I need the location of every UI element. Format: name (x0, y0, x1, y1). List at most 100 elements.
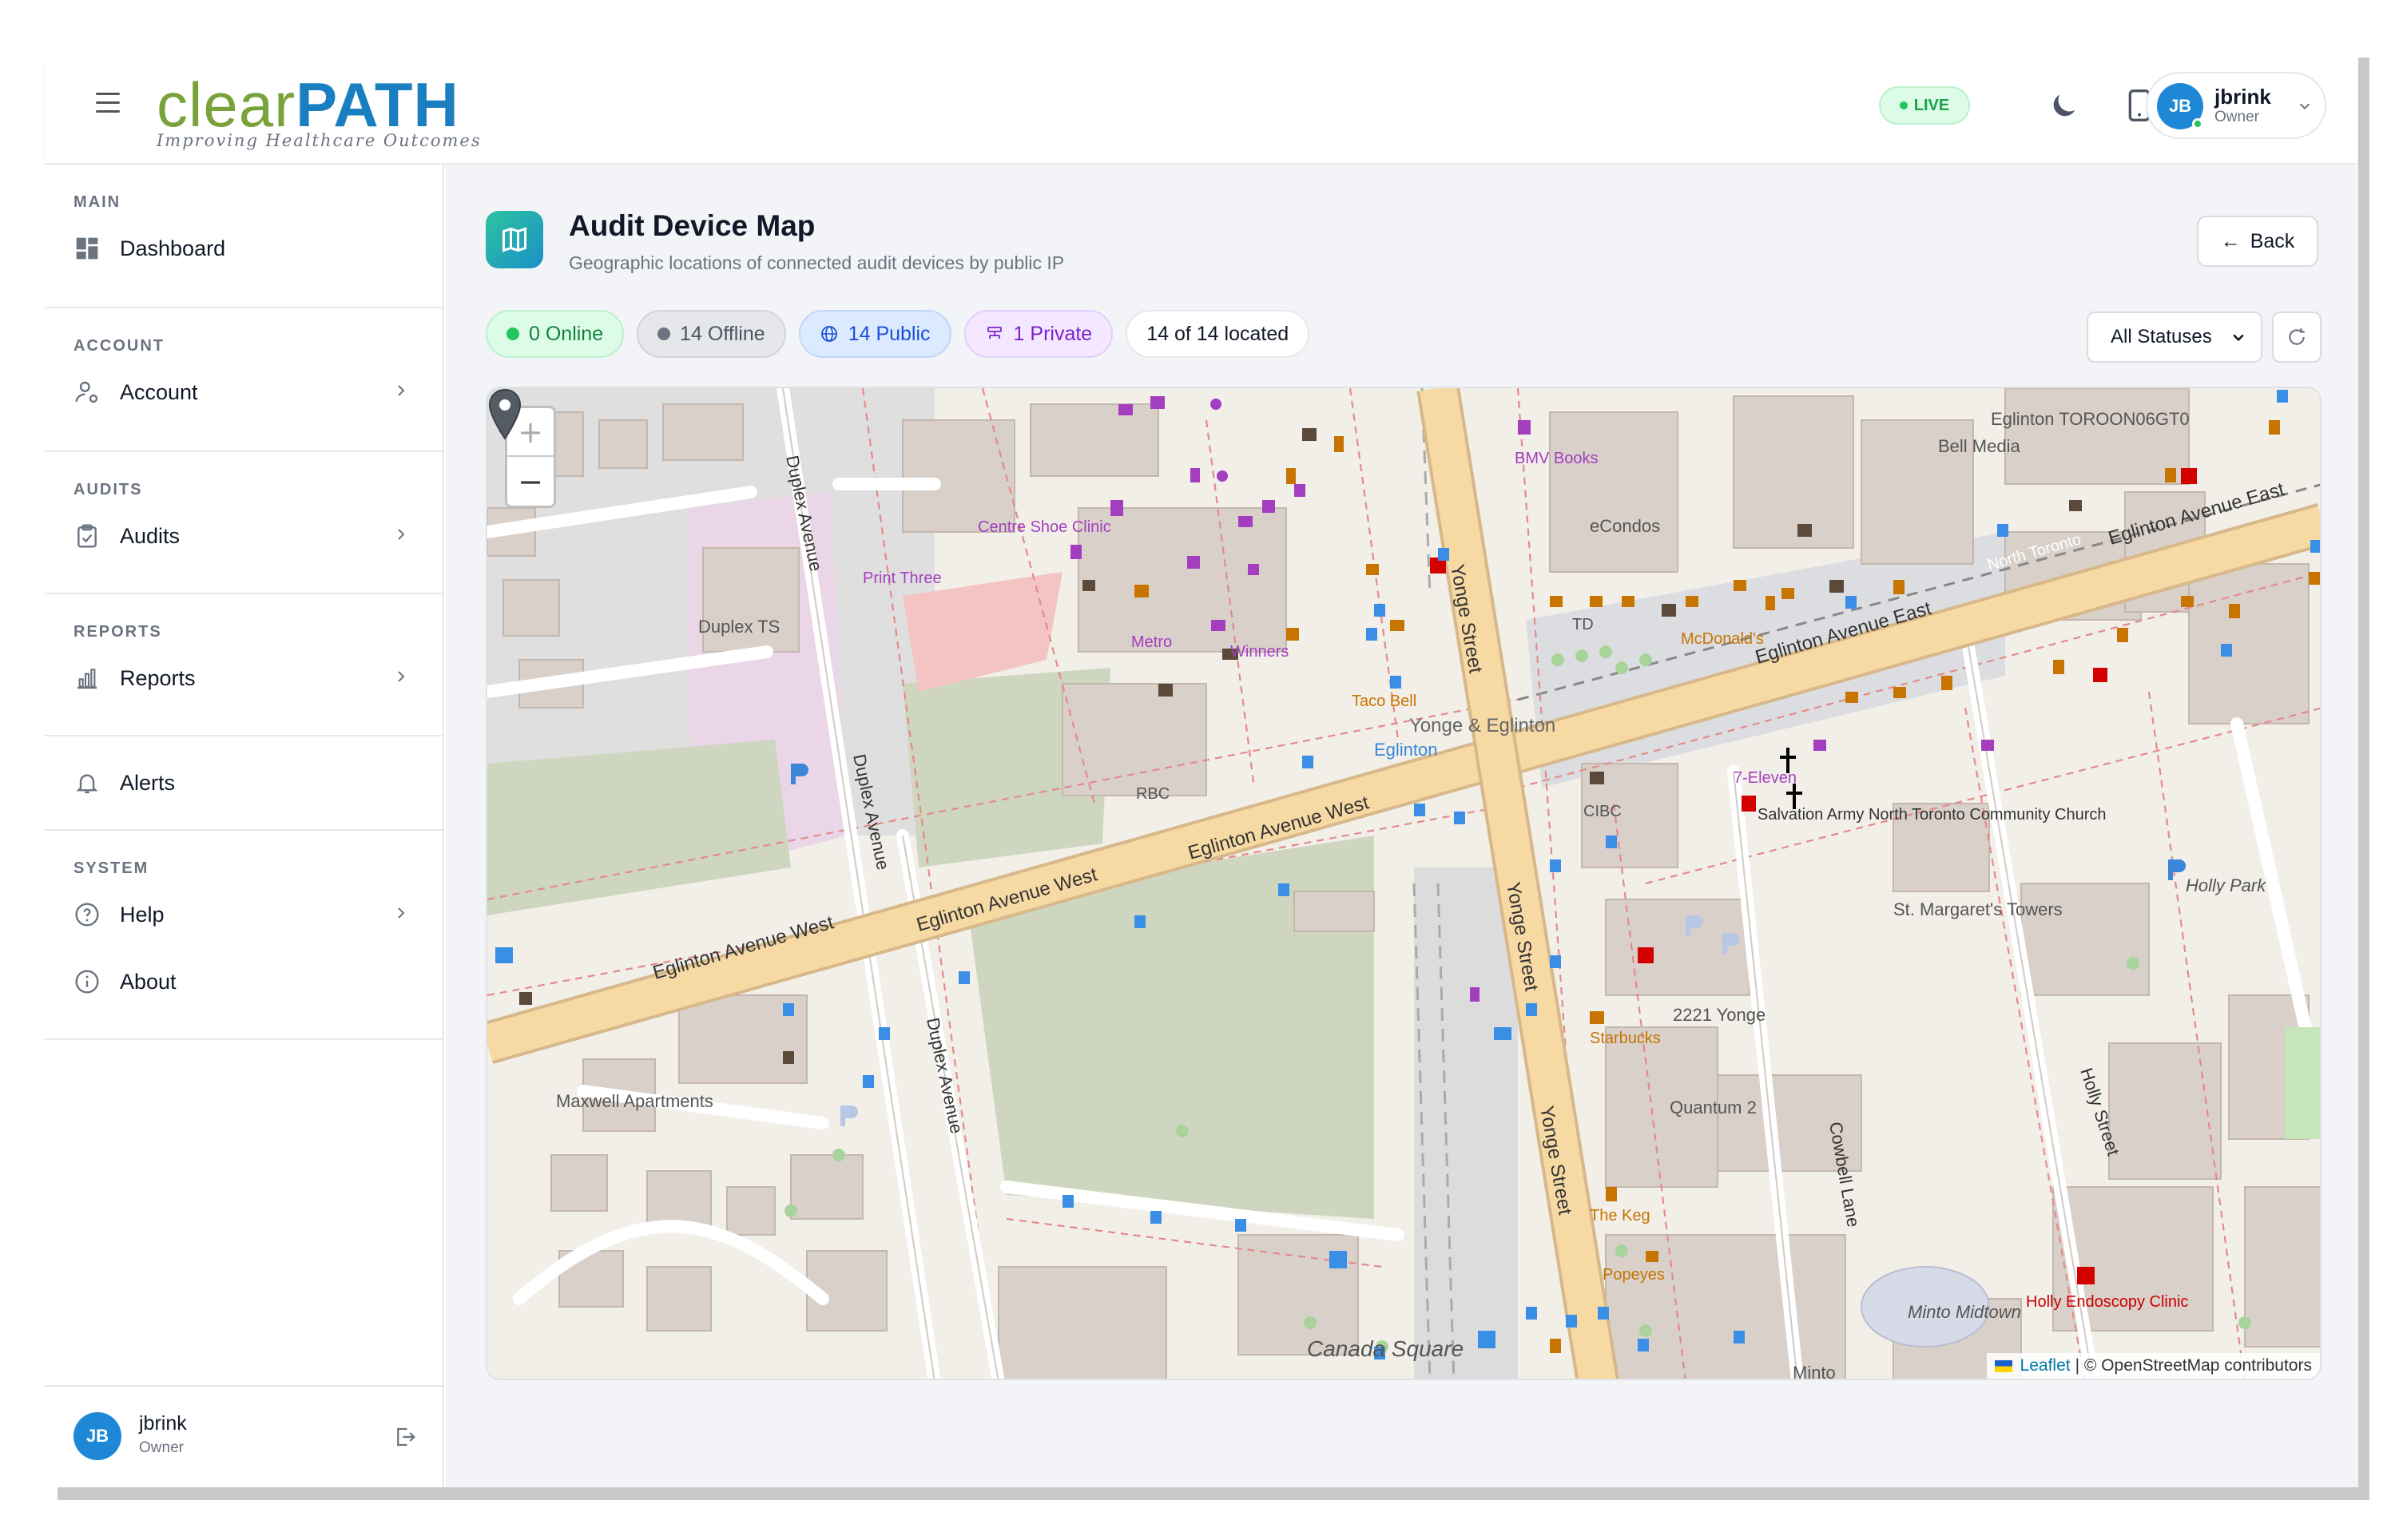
top-bar: clearPATH Improving Healthcare Outcomes … (45, 58, 2358, 165)
page-title: Audit Device Map (569, 209, 816, 242)
filter-private-pill[interactable]: 1 Private (963, 310, 1114, 358)
status-select-value: All Statuses (2111, 326, 2212, 347)
user-role: Owner (2214, 109, 2259, 125)
live-dot-icon (1899, 101, 1908, 109)
label-mcdonalds: McDonald's (1681, 630, 1764, 648)
filter-online-pill[interactable]: 0 Online (486, 310, 625, 358)
chevron-down-icon (2299, 103, 2310, 110)
label-2221-yonge: 2221 Yonge (1673, 1005, 1766, 1025)
footer-user-role: Owner (139, 1439, 184, 1456)
sidebar-item-account[interactable]: Account (73, 370, 443, 415)
label-holly-endoscopy: Holly Endoscopy Clinic (2026, 1293, 2188, 1311)
filter-public-pill[interactable]: 14 Public (798, 310, 951, 358)
section-title: MAIN (73, 193, 121, 211)
back-button[interactable]: ← Back (2197, 216, 2318, 267)
sidebar-item-about[interactable]: About (73, 959, 443, 1004)
device-location-marker[interactable] (487, 388, 522, 441)
label-popeyes: Popeyes (1603, 1266, 1665, 1284)
label-winners: Winners (1230, 643, 1289, 661)
user-menu[interactable]: JB jbrink Owner (2146, 72, 2326, 139)
ukraine-flag-icon (1994, 1359, 2012, 1372)
sidebar-section-reports: REPORTS Reports (45, 594, 443, 736)
moon-icon (2053, 94, 2075, 117)
located-count-pill: 14 of 14 located (1126, 310, 1310, 358)
sidebar-item-help[interactable]: Help (73, 892, 443, 937)
map-tiles: Yonge Street Yonge Street Yonge Street E… (487, 388, 2320, 1380)
label-minto-midtown: Minto Midtown (1908, 1302, 2021, 1322)
label-bell-media: Bell Media (1938, 436, 2020, 456)
label-7-eleven: 7-Eleven (1734, 769, 1797, 787)
dark-mode-toggle[interactable] (2042, 83, 2087, 128)
chevron-right-icon (398, 529, 405, 540)
device-map[interactable]: Yonge Street Yonge Street Yonge Street E… (486, 387, 2322, 1380)
offline-count: 14 Offline (680, 322, 765, 345)
label-taco-bell: Taco Bell (1352, 693, 1416, 710)
label-quantum: Quantum 2 (1670, 1097, 1757, 1117)
located-count: 14 of 14 located (1146, 322, 1289, 345)
dashboard-icon (73, 235, 101, 262)
logo-word-a: clear (157, 69, 296, 140)
refresh-button[interactable] (2272, 312, 2322, 363)
user-settings-icon (73, 379, 101, 406)
chevron-right-icon (398, 671, 405, 682)
globe-icon (820, 326, 837, 342)
label-print-three: Print Three (863, 570, 942, 587)
sidebar-item-label: About (120, 969, 177, 994)
map-icon (486, 211, 543, 268)
chevron-right-icon (398, 385, 405, 396)
sidebar-item-reports[interactable]: Reports (73, 656, 443, 701)
sidebar-item-label: Audits (120, 523, 181, 548)
label-holly-park: Holly Park (2186, 875, 2266, 895)
section-title: REPORTS (73, 623, 162, 641)
clipboard-icon (73, 522, 101, 550)
label-eglinton-toronto: Eglinton TOROON06GT0 (1991, 409, 2190, 429)
chevron-down-icon (2233, 334, 2244, 342)
user-name: jbrink (2214, 85, 2271, 109)
page-subtitle: Geographic locations of connected audit … (569, 252, 1065, 273)
offline-dot-icon (657, 327, 671, 340)
label-centre-shoe: Centre Shoe Clinic (978, 518, 1111, 536)
label-metro: Metro (1131, 633, 1172, 651)
arrow-left-icon: ← (2220, 229, 2241, 252)
section-title: SYSTEM (73, 859, 149, 877)
label-cibc: CIBC (1583, 803, 1622, 820)
section-title: AUDITS (73, 481, 143, 498)
status-select[interactable]: All Statuses (2087, 312, 2262, 363)
window-shadow-right (2358, 58, 2369, 1500)
bell-icon (73, 769, 101, 796)
label-duplex-ts: Duplex TS (698, 617, 780, 637)
sidebar-item-alerts[interactable]: Alerts (73, 760, 443, 805)
chevron-right-icon (398, 907, 405, 919)
private-count: 1 Private (1013, 322, 1093, 345)
label-minto: Minto (1793, 1363, 1836, 1380)
logout-icon[interactable] (393, 1425, 417, 1449)
filter-offline-pill[interactable]: 14 Offline (637, 310, 786, 358)
section-title: ACCOUNT (73, 337, 165, 355)
menu-toggle-icon[interactable] (96, 93, 120, 115)
logo-word-b: PATH (296, 69, 459, 140)
label-st-margarets: St. Margaret's Towers (1893, 899, 2063, 919)
clearpath-logo: clearPATH Improving Healthcare Outcomes (157, 69, 524, 150)
label-starbucks: Starbucks (1590, 1030, 1661, 1047)
leaflet-link[interactable]: Leaflet (2020, 1356, 2071, 1375)
sidebar-item-label: Dashboard (120, 236, 226, 260)
avatar: JB (73, 1412, 121, 1460)
status-filter-pills: 0 Online 14 Offline 14 Public 1 Private … (486, 310, 1310, 358)
sidebar-item-dashboard[interactable]: Dashboard (73, 226, 443, 271)
sidebar-user-footer: JB jbrink Owner (45, 1385, 443, 1487)
online-count: 0 Online (529, 322, 604, 345)
sidebar-item-label: Help (120, 902, 165, 927)
sidebar-section-audits: AUDITS Audits (45, 452, 443, 594)
zoom-out-button[interactable]: − (507, 457, 554, 506)
info-icon (73, 968, 101, 995)
sidebar-section-main: MAIN Dashboard (45, 165, 443, 308)
sidebar-item-audits[interactable]: Audits (73, 514, 443, 558)
footer-user-name: jbrink (139, 1412, 187, 1435)
window-shadow-bottom (58, 1487, 2369, 1500)
logo-tagline: Improving Healthcare Outcomes (157, 131, 482, 150)
label-bmv-books: BMV Books (1515, 450, 1598, 467)
label-rbc: RBC (1136, 785, 1170, 803)
label-maxwell: Maxwell Apartments (556, 1091, 713, 1111)
label-econdos: eCondos (1590, 516, 1660, 536)
bar-chart-icon (73, 665, 101, 692)
